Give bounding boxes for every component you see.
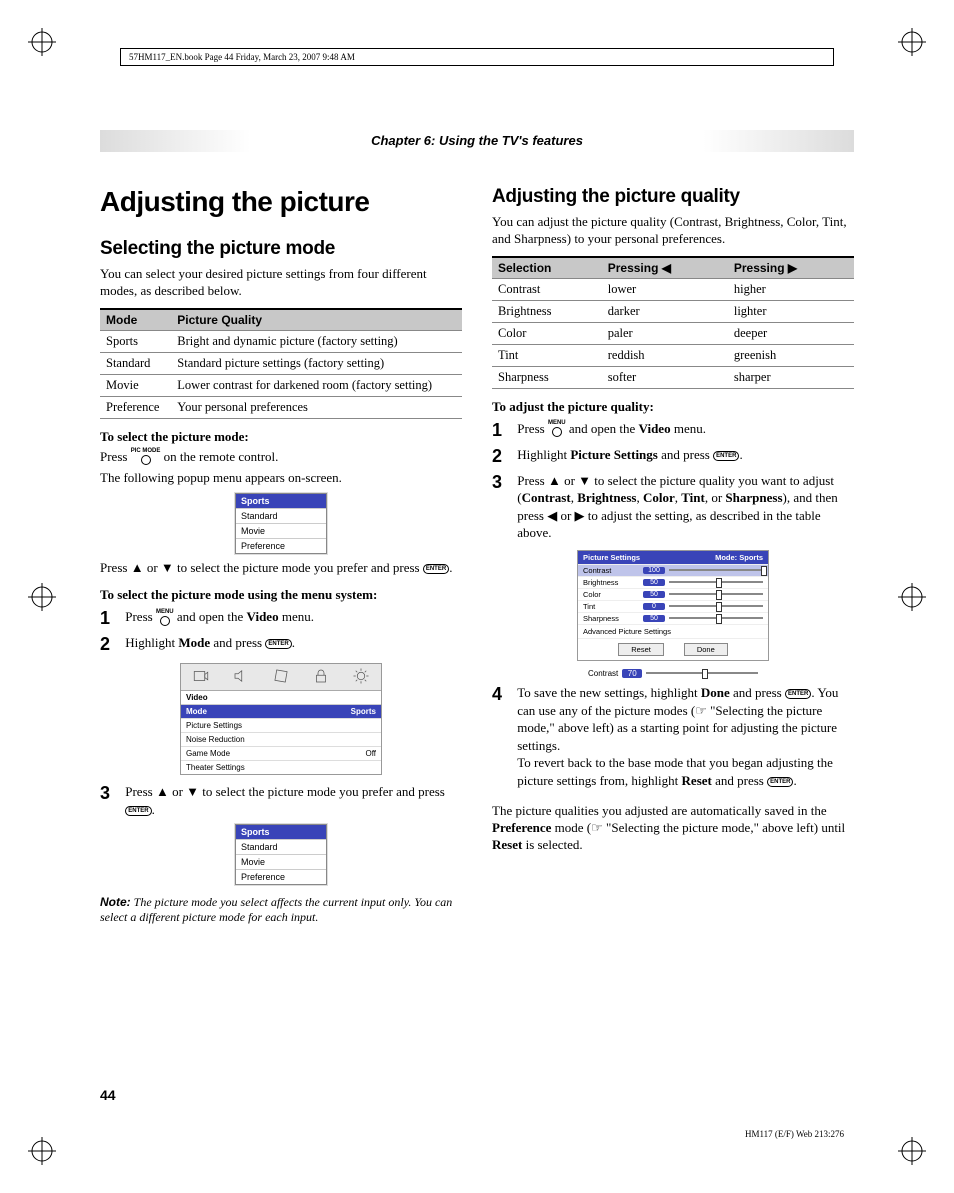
footer-code: HM117 (E/F) Web 213:276 <box>745 1129 844 1139</box>
tab-video-icon <box>181 667 221 687</box>
popup-item: Sports <box>236 825 326 839</box>
menu-icon: MENU <box>548 420 566 437</box>
osd-section: Video <box>181 691 381 705</box>
osd-mode-row: ModeSports <box>181 705 381 718</box>
popup-item: Sports <box>236 494 326 508</box>
chapter-bar: Chapter 6: Using the TV's features <box>100 130 854 152</box>
lead-adjust-quality: To adjust the picture quality: <box>492 399 854 415</box>
advanced-link: Advanced Picture Settings <box>578 624 768 638</box>
rstep-1: 1 Press MENU and open the Video menu. <box>492 420 854 441</box>
mode-table-h2: Picture Quality <box>171 309 462 331</box>
reset-button: Reset <box>618 643 664 656</box>
popup-item: Preference <box>236 538 326 553</box>
rstep-3: 3 Press ▲ or ▼ to select the picture qua… <box>492 472 854 542</box>
tab-app-icon <box>261 667 301 687</box>
step-3: 3 Press ▲ or ▼ to select the picture mod… <box>100 783 462 818</box>
menu-icon: MENU <box>156 609 174 626</box>
intro-quality: You can adjust the picture quality (Cont… <box>492 214 854 248</box>
slider-row: Sharpness50 <box>578 612 768 624</box>
enter-icon: ENTER <box>423 564 449 574</box>
osd-row: Picture Settings <box>181 718 381 732</box>
osd-row: Noise Reduction <box>181 732 381 746</box>
popup-menu-2: Sports Standard Movie Preference <box>235 824 327 885</box>
done-button: Done <box>684 643 728 656</box>
popup-item: Standard <box>236 839 326 854</box>
intro-text: You can select your desired picture sett… <box>100 266 462 300</box>
osd-video-menu: Video ModeSports Picture Settings Noise … <box>180 663 382 775</box>
page-number: 44 <box>100 1087 116 1103</box>
left-column: Adjusting the picture Selecting the pict… <box>100 186 462 925</box>
popup-intro: The following popup menu appears on-scre… <box>100 470 462 487</box>
enter-icon: ENTER <box>767 777 793 787</box>
mini-contrast-slider: Contrast 70 <box>588 669 758 678</box>
enter-icon: ENTER <box>125 806 151 816</box>
popup-item: Movie <box>236 523 326 538</box>
chapter-label: Chapter 6: Using the TV's features <box>371 133 583 148</box>
popup-item: Standard <box>236 508 326 523</box>
rstep-4: 4 To save the new settings, highlight Do… <box>492 684 854 789</box>
slider-row: Brightness50 <box>578 576 768 588</box>
enter-icon: ENTER <box>713 451 739 461</box>
page-content: 57HM117_EN.book Page 44 Friday, March 23… <box>100 48 854 1145</box>
step-1: 1 Press MENU and open the Video menu. <box>100 608 462 629</box>
subheading-quality: Adjusting the picture quality <box>492 186 854 208</box>
popup-item: Movie <box>236 854 326 869</box>
slider-row: Tint0 <box>578 600 768 612</box>
closing-para: The picture qualities you adjusted are a… <box>492 803 854 854</box>
subheading-select-mode: Selecting the picture mode <box>100 238 462 260</box>
book-header-text: 57HM117_EN.book Page 44 Friday, March 23… <box>129 52 355 62</box>
rstep-2: 2 Highlight Picture Settings and press E… <box>492 446 854 467</box>
pic-mode-icon: PIC MODE <box>131 448 161 465</box>
right-column: Adjusting the picture quality You can ad… <box>492 186 854 925</box>
enter-icon: ENTER <box>785 689 811 699</box>
mode-table-h1: Mode <box>100 309 171 331</box>
popup-item: Preference <box>236 869 326 884</box>
osd-picture-settings: Picture SettingsMode: Sports Contrast100… <box>577 550 769 661</box>
slider-row: Contrast100 <box>578 564 768 576</box>
book-header: 57HM117_EN.book Page 44 Friday, March 23… <box>120 48 834 66</box>
slider-row: Color50 <box>578 588 768 600</box>
quality-table: Selection Pressing ◀ Pressing ▶ Contrast… <box>492 256 854 389</box>
note: Note: The picture mode you select affect… <box>100 895 462 925</box>
popup-menu: Sports Standard Movie Preference <box>235 493 327 554</box>
select-instruction: Press ▲ or ▼ to select the picture mode … <box>100 560 462 577</box>
osd-row: Game ModeOff <box>181 746 381 760</box>
press-pic-mode: Press PIC MODE on the remote control. <box>100 449 462 467</box>
lead-menu-system: To select the picture mode using the men… <box>100 587 462 603</box>
enter-icon: ENTER <box>265 639 291 649</box>
mode-table: Mode Picture Quality SportsBright and dy… <box>100 308 462 419</box>
tab-audio-icon <box>221 667 261 687</box>
tab-lock-icon <box>301 667 341 687</box>
osd-row: Theater Settings <box>181 760 381 774</box>
lead-select-mode: To select the picture mode: <box>100 429 462 445</box>
step-2: 2 Highlight Mode and press ENTER. <box>100 634 462 655</box>
main-heading: Adjusting the picture <box>100 186 462 218</box>
tab-setup-icon <box>341 667 381 687</box>
